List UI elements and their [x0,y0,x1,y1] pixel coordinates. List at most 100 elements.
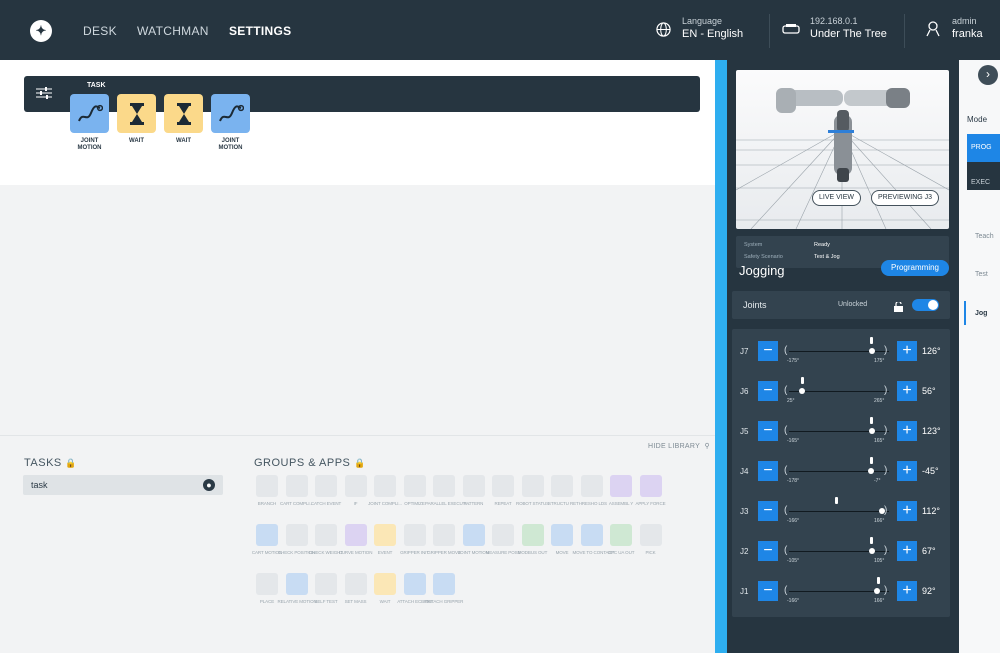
library-app[interactable]: PATTERN [461,475,487,507]
joint-slider-knob[interactable] [869,428,875,434]
library-app[interactable]: SET MASS [343,573,369,605]
library-app[interactable]: CATCH EVENT [311,475,341,507]
increase-joint-button[interactable]: + [897,421,917,441]
programming-mode-button[interactable]: Programming [881,260,949,276]
task-list-item[interactable]: task ● [23,475,223,495]
library-app[interactable]: MOVE TO CONTACT [573,524,614,556]
app-joint-motion[interactable] [70,94,109,133]
nav-watchman[interactable]: WATCHMAN [137,24,209,38]
test-tab[interactable]: Test [975,271,988,278]
decrease-joint-button[interactable]: − [758,421,778,441]
library-app[interactable]: GRIPPER MOVE [427,524,461,556]
library-app[interactable]: CHECK WEIGHT [309,524,343,556]
decrease-joint-button[interactable]: − [758,581,778,601]
library-app[interactable]: GRIPPER INIT [400,524,429,556]
joint-min: -166° [787,598,800,604]
user-menu[interactable]: admin franka [924,16,983,41]
library-app[interactable]: OPTIMIZE [402,475,428,507]
library-app[interactable]: PLACE [254,573,280,605]
prog-mode-button[interactable]: PROG [967,134,1000,162]
system-value: Ready [814,242,830,248]
library-app-icon [521,475,544,497]
app-joint-motion[interactable] [211,94,250,133]
library-app[interactable]: CART MOTION [252,524,282,556]
increase-joint-button[interactable]: + [897,341,917,361]
joint-slider-track[interactable] [789,511,889,512]
hide-library-button[interactable]: HIDE LIBRARY ⚲ [648,442,710,450]
nav-settings[interactable]: SETTINGS [229,24,291,38]
settings-sliders-icon[interactable] [36,86,52,100]
library-app[interactable]: IF [343,475,369,507]
decrease-joint-button[interactable]: − [758,341,778,361]
library-app[interactable]: APPLY FORCE [636,475,666,507]
joints-unlock-toggle[interactable] [912,299,939,311]
decrease-joint-button[interactable]: − [758,461,778,481]
library-app-icon [433,573,455,595]
joint-slider-track[interactable] [789,471,889,472]
bracket-right: ) [884,505,888,516]
add-task-icon[interactable]: ● [203,479,215,491]
panel-divider[interactable] [715,60,727,653]
library-app[interactable]: OPC UA OUT [608,524,634,556]
joint-max: 175° [874,358,885,364]
live-view-button[interactable]: LIVE VIEW [812,190,862,206]
app-wait[interactable] [164,94,203,133]
library-app[interactable]: ROBOT STATUS [516,475,549,507]
joint-slider-knob[interactable] [799,388,805,394]
joint-slider-knob[interactable] [869,548,875,554]
tasks-heading: TASKS 🔒 [24,457,77,469]
app-wait[interactable] [117,94,156,133]
increase-joint-button[interactable]: + [897,501,917,521]
library-app[interactable]: CURVE MOTION [339,524,372,556]
jog-tab[interactable]: Jog [975,310,987,317]
language-selector[interactable]: Language EN - English [654,16,743,41]
joint-slider-knob[interactable] [869,348,875,354]
unlocked-label: Unlocked [838,301,868,308]
library-app[interactable]: CHECK POSITION [278,524,315,556]
library-app[interactable]: RELATIVE MOTION [278,573,317,605]
decrease-joint-button[interactable]: − [758,501,778,521]
library-app[interactable]: CART COMPLI... [280,475,313,507]
library-app[interactable]: PARALLEL EXECUTI... [425,475,470,507]
joint-value: 67° [922,546,936,556]
library-app[interactable]: JOINT MOTION [458,524,489,556]
decrease-joint-button[interactable]: − [758,541,778,561]
library-app[interactable]: MODBUS OUT [518,524,547,556]
app-label: JOINT MOTION [77,138,102,151]
library-app-icon [403,573,426,595]
library-app[interactable]: JOINT COMPLI... [368,475,402,507]
bracket-left: ( [784,465,788,476]
joint-value: 123° [922,426,941,436]
exec-mode-button[interactable]: EXEC [967,162,1000,190]
previewing-button[interactable]: PREVIEWING J3 [871,190,940,206]
library-app[interactable]: EVENT [372,524,398,556]
safety-scenario-value: Test & Jog [814,254,840,260]
increase-joint-button[interactable]: + [897,381,917,401]
increase-joint-button[interactable]: + [897,461,917,481]
library-app[interactable]: MOVE [549,524,575,556]
library-app[interactable]: SELF TEST [313,573,339,605]
increase-joint-button[interactable]: + [897,541,917,561]
robot-selector[interactable]: 192.168.0.1 Under The Tree [782,16,887,41]
chevron-right-icon[interactable]: › [978,65,998,85]
decrease-joint-button[interactable]: − [758,381,778,401]
joint-row-j5: J5−() -165° 165° +123° [732,413,950,449]
library-app[interactable]: THRESHO LDS [576,475,607,507]
nav-desk[interactable]: DESK [83,24,117,38]
library-app[interactable]: PICK [638,524,664,556]
library-app[interactable]: REPEAT [490,475,516,507]
franka-logo[interactable]: ✦ [30,20,52,42]
library-app[interactable]: BRANCH [254,475,280,507]
library-app[interactable]: ASSEMBL Y [608,475,634,507]
library-app[interactable]: DETACH GRIPPER [425,573,463,605]
library-app[interactable]: MEASURE POSE [486,524,521,556]
library-app-icon [256,475,278,497]
teach-tab[interactable]: Teach [975,233,994,240]
library-app[interactable]: WAIT [372,573,398,605]
library-app[interactable]: ATTACH ECBPMI [397,573,432,605]
library-app[interactable]: STRUCTU RE [548,475,576,507]
joint-slider-knob[interactable] [868,468,874,474]
robot-3d-view[interactable]: LIVE VIEW PREVIEWING J3 [736,70,949,229]
joint-slider-knob[interactable] [874,588,880,594]
increase-joint-button[interactable]: + [897,581,917,601]
